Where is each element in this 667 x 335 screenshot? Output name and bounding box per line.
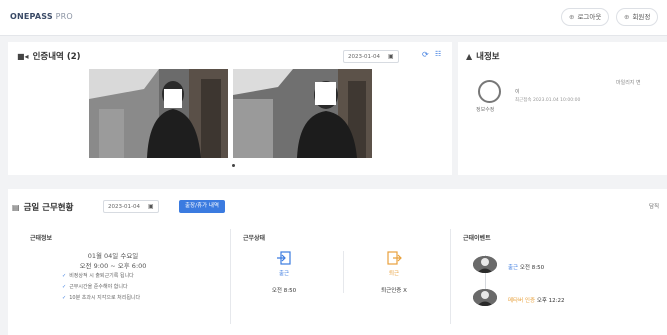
last-login-text: 최근접속 2023.01.04 10:00:00: [515, 98, 581, 103]
clock-in-label: 출근: [278, 271, 290, 277]
check-icon: ✓: [62, 295, 67, 301]
clock-out-icon: [386, 250, 402, 270]
calendar-icon: ▣: [147, 203, 154, 210]
clock-in-time: 오전 8:50: [271, 288, 297, 294]
auth-date-picker[interactable]: 2023-01-04 ▣: [343, 50, 399, 63]
work-date-line: 01월 04일 수요일: [87, 252, 139, 260]
clock-in-icon: [276, 250, 292, 270]
auth-photo-1-image: [89, 69, 228, 158]
app-logo[interactable]: ONEPASS PRO: [10, 12, 73, 21]
column-divider: [450, 229, 451, 324]
work-events-label: 근태이벤트: [463, 235, 491, 242]
work-status-label: 근무상태: [243, 235, 266, 242]
calendar-icon: ▣: [387, 53, 394, 60]
face-blur: [315, 82, 336, 105]
power-icon: ⊕: [569, 13, 575, 21]
calendar-icon: ▤: [12, 203, 20, 212]
profile-avatar: [478, 80, 501, 103]
user-circle-icon: ⊕: [624, 13, 630, 21]
right-truncated-text: 담직: [649, 204, 660, 210]
user-icon: ▲: [466, 52, 473, 61]
work-info-label: 근태정보: [30, 235, 53, 242]
profile-name: 이: [515, 89, 520, 95]
member-info-button[interactable]: ⊕ 회원정: [616, 8, 659, 26]
check-icon: ✓: [62, 284, 67, 290]
auth-history-panel: ■◂ 인증내역 (2) 2023-01-04 ▣ ⟳ ☷: [8, 42, 452, 175]
work-note-3: ✓ 10분 초과시 지각으로 처리됩니다: [62, 295, 141, 301]
event-item-2: 메타버 인증 오후 12:22: [508, 298, 565, 304]
mileage-text: 마일리지 변: [616, 80, 641, 86]
auth-history-title: ■◂ 인증내역 (2): [17, 52, 81, 62]
work-note-2: ✓ 근무시간을 준수해야 합니다: [62, 284, 128, 290]
auth-photo-2[interactable]: [233, 69, 372, 158]
status-divider: [343, 251, 344, 293]
event-avatar-2: [473, 289, 497, 306]
face-blur: [164, 89, 182, 108]
list-view-icon[interactable]: ☷: [435, 50, 441, 58]
top-bar: ONEPASS PRO ⊕ 로그아웃 ⊕ 회원정: [0, 0, 667, 36]
auth-photo-1[interactable]: [89, 69, 228, 158]
check-icon: ✓: [62, 273, 67, 279]
my-info-title: ▲ 내정보: [466, 52, 500, 62]
column-divider: [230, 229, 231, 324]
my-info-panel: ▲ 내정보 마일리지 변 이 최근접속 2023.01.04 10:00:00 정…: [458, 42, 667, 175]
event-item-1: 출근 오전 8:50: [508, 265, 545, 271]
today-work-title: ▤ 금일 근무현황: [12, 203, 74, 213]
work-note-1: ✓ 비정상적 시 출퇴근기록 됩니다: [62, 273, 134, 279]
today-work-panel: ▤ 금일 근무현황 2023-01-04 ▣ 출장/휴가 내역 담직 근태정보 01…: [8, 189, 667, 335]
refresh-icon[interactable]: ⟳: [422, 50, 429, 59]
trip-leave-button[interactable]: 출장/휴가 내역: [179, 200, 225, 213]
logout-button[interactable]: ⊕ 로그아웃: [561, 8, 610, 26]
clock-out-label: 퇴근: [388, 271, 400, 277]
today-date-picker[interactable]: 2023-01-04 ▣: [103, 200, 159, 213]
edit-profile-link[interactable]: 정보수정: [476, 106, 494, 113]
work-time-line: 오전 9:00 ~ 오후 6:00: [79, 262, 147, 270]
event-avatar-1: [473, 256, 497, 273]
clock-out-status: 퇴근인증 X: [381, 288, 407, 294]
carousel-dot-active[interactable]: [232, 164, 235, 167]
video-camera-icon: ■◂: [17, 52, 29, 61]
auth-photo-2-image: [233, 69, 372, 158]
